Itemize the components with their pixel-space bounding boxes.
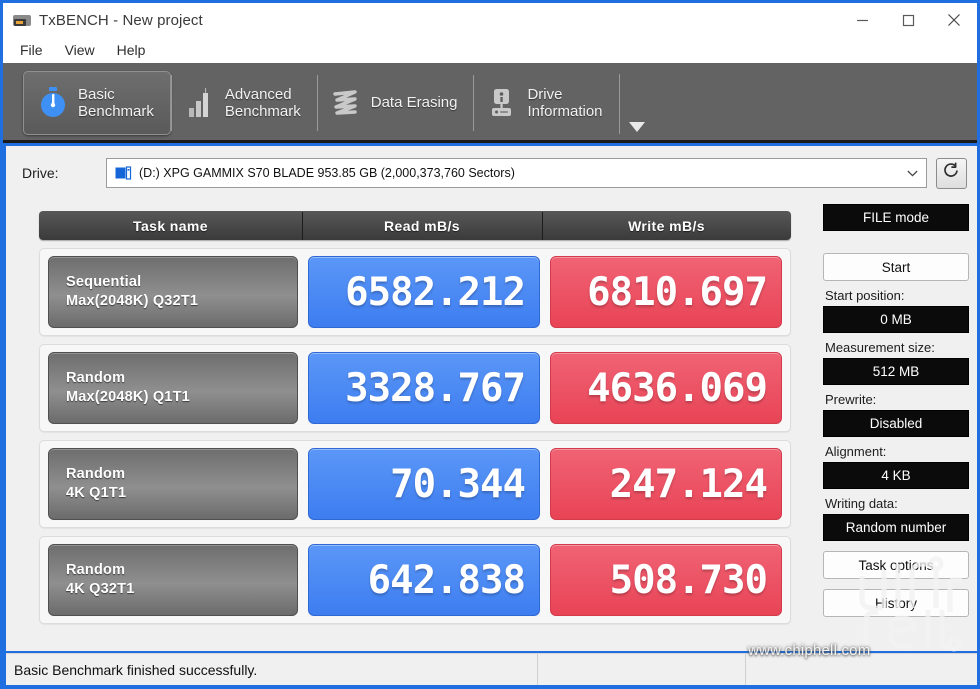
tab-overflow-button[interactable] [618,68,655,140]
table-row: Sequential Max(2048K) Q32T1 6582.212 681… [39,248,791,336]
measurement-size-label: Measurement size: [825,340,935,355]
write-value-cell: 6810.697 [550,256,782,328]
maximize-icon[interactable] [885,3,931,37]
task-name-line2: Max(2048K) Q32T1 [66,293,199,309]
drive-selector-row: Drive: (D:) XPG GAMMIX S70 BLADE 953.85 … [16,156,967,190]
status-segment-2 [745,654,977,685]
drive-selected-value: (D:) XPG GAMMIX S70 BLADE 953.85 GB (2,0… [139,166,515,180]
menu-item-view[interactable]: View [56,40,104,60]
start-button[interactable]: Start [823,253,969,281]
column-header-task-name: Task name [133,217,208,234]
status-bar: Basic Benchmark finished successfully. [6,653,977,685]
window-controls [839,3,977,37]
history-button[interactable]: History [823,589,969,617]
title-bar: TxBENCH - New project [3,3,977,37]
start-position-field[interactable]: 0 MB [823,306,969,333]
writing-data-field[interactable]: Random number [823,514,969,541]
tab-bar: Basic Benchmark Advanced Benchmark Data … [3,63,977,143]
close-icon[interactable] [931,3,977,37]
table-header-row: Task name Read mB/s Write mB/s [39,211,791,240]
file-mode-field[interactable]: FILE mode [823,204,969,231]
task-name-line2: Max(2048K) Q1T1 [66,389,190,405]
menu-item-help[interactable]: Help [108,40,155,60]
task-name-cell: Random 4K Q32T1 [48,544,298,616]
task-name-cell: Random 4K Q1T1 [48,448,298,520]
table-row: Random Max(2048K) Q1T1 3328.767 4636.069 [39,344,791,432]
tab-label: Data Erasing [370,94,458,112]
write-value-cell: 247.124 [550,448,782,520]
alignment-field[interactable]: 4 KB [823,462,969,489]
task-name-line1: Sequential [66,274,142,291]
drive-dropdown[interactable]: (D:) XPG GAMMIX S70 BLADE 953.85 GB (2,0… [106,158,927,188]
main-content: Drive: (D:) XPG GAMMIX S70 BLADE 953.85 … [6,146,977,651]
app-icon [13,11,31,29]
status-segment-1 [537,654,745,685]
tab-data-erasing[interactable]: Data Erasing [316,71,474,135]
status-message: Basic Benchmark finished successfully. [14,661,258,678]
write-value-cell: 4636.069 [550,352,782,424]
chevron-down-icon [628,122,645,132]
writing-data-label: Writing data: [825,496,898,511]
read-value-cell: 3328.767 [308,352,540,424]
bar-chart-icon [185,86,215,120]
task-name-cell: Random Max(2048K) Q1T1 [48,352,298,424]
prewrite-label: Prewrite: [825,392,877,407]
column-header-read: Read mB/s [302,211,542,240]
shredder-icon [331,86,361,120]
measurement-size-field[interactable]: 512 MB [823,358,969,385]
refresh-icon [942,161,961,185]
prewrite-field[interactable]: Disabled [823,410,969,437]
table-row: Random 4K Q1T1 70.344 247.124 [39,440,791,528]
read-value-cell: 70.344 [308,448,540,520]
tab-label: Basic Benchmark [78,85,154,120]
task-name-cell: Sequential Max(2048K) Q32T1 [48,256,298,328]
column-header-write: Write mB/s [542,211,791,240]
refresh-button[interactable] [936,157,967,189]
window-title: TxBENCH - New project [39,11,203,29]
write-value-cell: 508.730 [550,544,782,616]
task-name-line1: Random [66,370,126,387]
menu-item-file[interactable]: File [11,40,52,60]
read-value-cell: 6582.212 [308,256,540,328]
tab-basic-benchmark[interactable]: Basic Benchmark [23,71,171,135]
start-position-label: Start position: [825,288,905,303]
application-window: TxBENCH - New project File View Help Bas… [0,0,980,689]
alignment-label: Alignment: [825,444,887,459]
settings-sidebar: FILE mode Start Start position: 0 MB Mea… [823,204,969,617]
task-name-line1: Random [66,466,126,483]
read-value-cell: 642.838 [308,544,540,616]
tab-drive-information[interactable]: Drive Information [473,71,618,135]
benchmark-results-table: Task name Read mB/s Write mB/s Sequentia… [39,211,791,624]
tab-advanced-benchmark[interactable]: Advanced Benchmark [170,71,317,135]
stopwatch-icon [38,86,68,120]
task-name-line2: 4K Q1T1 [66,485,127,501]
tab-label: Drive Information [527,85,603,120]
table-row: Random 4K Q32T1 642.838 508.730 [39,536,791,624]
menu-bar: File View Help [3,37,977,63]
minimize-icon[interactable] [839,3,885,37]
task-name-line2: 4K Q32T1 [66,581,135,597]
drive-label: Drive: [22,165,59,181]
tab-label: Advanced Benchmark [224,85,301,120]
drive-info-icon [487,86,517,120]
chevron-down-icon [904,167,920,179]
task-options-button[interactable]: Task options [823,551,969,579]
task-name-line1: Random [66,562,126,579]
drive-icon [115,165,132,181]
